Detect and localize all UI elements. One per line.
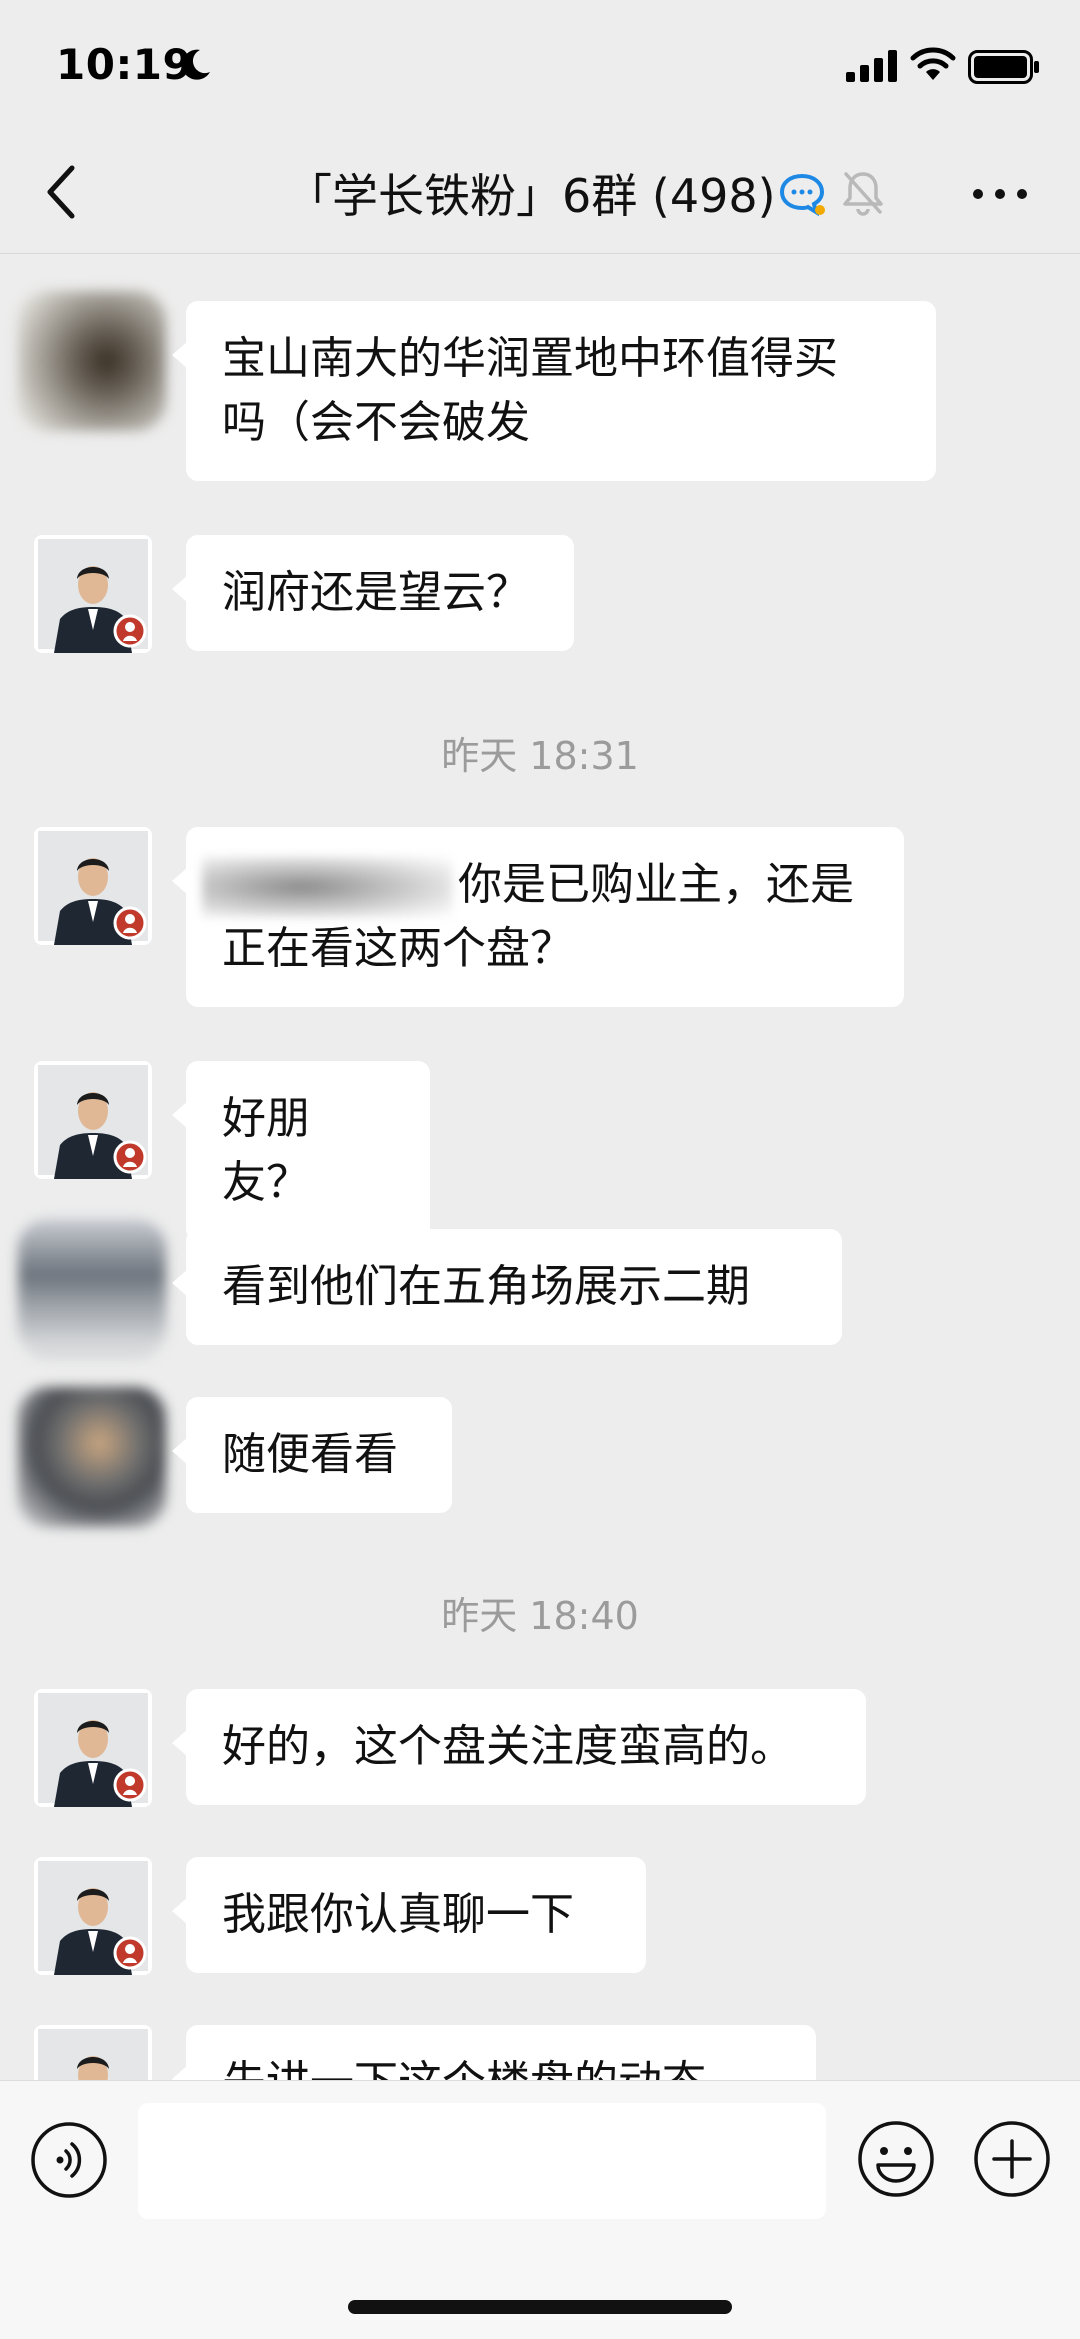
message-bubble[interactable]: 宝山南大的华润置地中环值得买 吗（会不会破发 <box>172 301 936 481</box>
status-time: 10:19 <box>56 40 193 89</box>
message-bubble[interactable]: 你是已购业主，还是 正在看这两个盘？ <box>172 827 904 1007</box>
message-text: 看到他们在五角场展示二期 <box>222 1261 750 1312</box>
chat-title: 「学长铁粉」6群 (498) <box>286 169 776 223</box>
wifi-icon <box>910 47 956 80</box>
message-text-line: 正在看这两个盘？ <box>222 923 574 974</box>
more-options-icon[interactable] <box>970 184 1030 204</box>
avatar[interactable] <box>34 535 152 653</box>
message-bubble[interactable]: 看到他们在五角场展示二期 <box>172 1229 842 1345</box>
status-bar: 10:19 <box>0 0 1080 130</box>
redacted-mention <box>202 857 452 917</box>
agent-avatar-icon <box>34 1061 152 1179</box>
avatar[interactable] <box>34 1061 152 1179</box>
cellular-signal-icon <box>846 50 897 82</box>
message-text: 我跟你认真聊一下 <box>222 1889 574 1940</box>
agent-avatar-icon <box>34 1689 152 1807</box>
agent-avatar-icon <box>34 535 152 653</box>
message-bubble[interactable]: 润府还是望云？ <box>172 535 574 651</box>
avatar[interactable] <box>34 827 152 945</box>
message-bubble[interactable]: 我跟你认真聊一下 <box>172 1857 646 1973</box>
message-text: 先讲一下这个楼盘的动态 <box>222 2057 706 2080</box>
message-bubble[interactable]: 好朋友？ <box>172 1061 430 1241</box>
message-text-line: 宝山南大的华润置地中环值得买 <box>222 333 838 384</box>
message-text: 好的，这个盘关注度蛮高的。 <box>222 1721 794 1772</box>
message-input[interactable] <box>138 2103 826 2219</box>
back-arrow-icon[interactable] <box>40 162 84 222</box>
message-text: 好朋友？ <box>222 1093 310 1208</box>
mute-bell-icon <box>843 172 883 216</box>
message-text-line: 你是已购业主，还是 <box>458 859 854 910</box>
message-bubble[interactable]: 随便看看 <box>172 1397 452 1513</box>
message-text-line: 吗（会不会破发 <box>222 397 530 448</box>
message-bubble[interactable]: 先讲一下这个楼盘的动态 <box>172 2025 816 2080</box>
agent-avatar-icon <box>34 1857 152 1975</box>
message-list[interactable]: 宝山南大的华润置地中环值得买 吗（会不会破发 润府还是望云？ 昨天 18:31 <box>0 255 1080 2080</box>
agent-avatar-icon <box>34 2025 152 2080</box>
battery-icon <box>968 50 1039 84</box>
message-bubble[interactable]: 好的，这个盘关注度蛮高的。 <box>172 1689 866 1805</box>
emoji-icon[interactable] <box>856 2119 936 2199</box>
timestamp: 昨天 18:40 <box>441 1594 639 1638</box>
avatar[interactable] <box>18 1387 166 1527</box>
voice-input-icon[interactable] <box>30 2121 108 2199</box>
timestamp: 昨天 18:31 <box>441 734 639 778</box>
home-indicator[interactable] <box>348 2300 732 2314</box>
avatar[interactable] <box>34 1689 152 1807</box>
avatar[interactable] <box>18 291 166 431</box>
avatar[interactable] <box>34 1857 152 1975</box>
avatar[interactable] <box>18 1219 166 1359</box>
agent-avatar-icon <box>34 827 152 945</box>
message-text: 随便看看 <box>222 1429 398 1480</box>
moon-icon <box>181 49 210 80</box>
add-more-icon[interactable] <box>972 2119 1052 2199</box>
message-text: 润府还是望云？ <box>222 567 530 618</box>
avatar[interactable] <box>34 2025 152 2080</box>
group-chat-icon <box>779 173 825 217</box>
chat-header: 「学长铁粉」6群 (498) <box>0 130 1080 254</box>
